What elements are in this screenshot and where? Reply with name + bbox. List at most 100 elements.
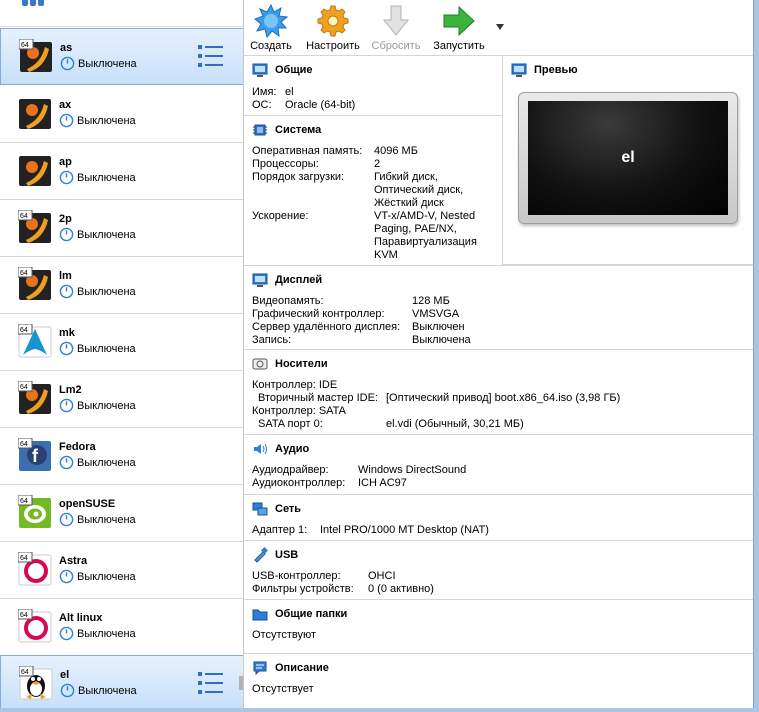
description-value: Отсутствует [252, 683, 314, 695]
start-arrow-right-icon [443, 5, 475, 37]
vm-item-mk[interactable]: 64 mk Выключена [0, 314, 243, 371]
vm-item-lm[interactable]: 64 lm Выключена [0, 257, 243, 314]
vm-name: 2p [59, 213, 72, 225]
power-off-icon [59, 227, 74, 242]
description-title: Описание [275, 662, 329, 674]
display-vram-label: Видеопамять: [252, 295, 324, 307]
svg-text:64: 64 [20, 327, 28, 334]
general-os-value: Oracle (64-bit) [285, 99, 356, 111]
display-rdp-value: Выключен [412, 321, 465, 333]
preview-title: Превью [534, 64, 578, 76]
vm-item-el[interactable]: 64 el Выключена [0, 655, 243, 708]
archlinux-os-icon: 64 [18, 324, 52, 358]
vm-item-fedora[interactable]: f 64 Fedora Выключена [0, 428, 243, 485]
preview-screen-label: el [528, 101, 728, 215]
vm-item-partial[interactable] [0, 0, 243, 27]
vm-status-label: Выключена [78, 684, 137, 697]
vm-name: mk [59, 327, 75, 339]
shared-folders-section[interactable]: Общие папки Отсутствуют [244, 600, 753, 654]
monitor-icon [511, 63, 527, 77]
usb-icon [254, 547, 268, 563]
network-adapter-label: Адаптер 1: [252, 524, 308, 536]
vm-item-2p[interactable]: 64 2p Выключена [0, 200, 243, 257]
general-section[interactable]: Общие Имя: el ОС: Oracle (64-bit) [244, 56, 502, 116]
scrollbar-thumb[interactable] [239, 676, 243, 690]
vm-status: Выключена [59, 398, 136, 413]
window-frame-right [753, 0, 759, 712]
arch-os-icon: 64 [18, 210, 51, 243]
shared-folders-title: Общие папки [275, 608, 348, 620]
vm-status: Выключена [59, 227, 136, 242]
vm-item-as[interactable]: 64 as Выключена [0, 28, 243, 85]
power-off-icon [59, 113, 74, 128]
general-name-label: Имя: [252, 86, 277, 98]
vm-status: Выключена [59, 569, 136, 584]
vm-name: lm [59, 270, 72, 282]
speaker-icon [254, 443, 267, 455]
vm-name: Astra [59, 555, 88, 567]
reset-button[interactable]: Сбросить [366, 4, 426, 52]
power-off-icon [59, 341, 74, 356]
system-section[interactable]: Система Оперативная память: 4096 МБ Проц… [244, 116, 502, 265]
storage-ide-value[interactable]: [Оптический привод] boot.x86_64.iso (3,9… [386, 392, 620, 404]
vm-details-menu-icon[interactable] [197, 43, 225, 69]
vm-list[interactable]: 64 as Выключена ax Выключена ap Выключен… [0, 0, 244, 708]
start-dropdown-chevron-icon[interactable] [496, 24, 504, 30]
usb-section[interactable]: USB USB-контроллер: OHCI Фильтры устройс… [244, 541, 753, 600]
display-section[interactable]: Дисплей Видеопамять: 128 МБ Графический … [244, 265, 753, 350]
system-boot-2: Оптический диск, [374, 184, 464, 196]
vm-status: Выключена [60, 683, 137, 698]
usb-filters-value: 0 (0 активно) [368, 583, 434, 595]
audio-driver-value: Windows DirectSound [358, 464, 467, 476]
network-adapter-value: Intel PRO/1000 MT Desktop (NAT) [320, 524, 489, 536]
vm-status-label: Выключена [77, 228, 136, 241]
create-button[interactable]: Создать [241, 4, 301, 52]
vm-status-label: Выключена [78, 57, 137, 70]
vm-details-menu-icon[interactable] [197, 670, 225, 696]
display-rdp-label: Сервер удалённого дисплея: [252, 321, 401, 333]
vm-status: Выключена [59, 455, 136, 470]
power-off-icon [59, 455, 74, 470]
description-section[interactable]: Описание Отсутствует [244, 654, 753, 708]
vm-name: ap [59, 156, 72, 168]
vm-status: Выключена [59, 170, 136, 185]
system-cpu-label: Процессоры: [252, 158, 319, 170]
audio-section[interactable]: Аудио Аудиодрайвер: Windows DirectSound … [244, 435, 753, 495]
vm-item-ap[interactable]: ap Выключена [0, 143, 243, 200]
svg-text:64: 64 [20, 441, 28, 448]
audio-ctrl-value: ICH AC97 [358, 477, 407, 489]
display-gfx-label: Графический контроллер: [252, 308, 385, 320]
vm-status: Выключена [59, 341, 136, 356]
settings-button[interactable]: Настроить [303, 4, 363, 52]
power-off-icon [59, 569, 74, 584]
svg-text:64: 64 [20, 612, 28, 619]
arch-os-icon: 64 [18, 381, 51, 414]
storage-sata-label: SATA порт 0: [258, 418, 323, 430]
storage-section[interactable]: Носители Контроллер: IDE Вторичный масте… [244, 350, 753, 435]
description-speech-bubble-icon [253, 661, 267, 676]
network-section[interactable]: Сеть Адаптер 1: Intel PRO/1000 MT Deskto… [244, 495, 753, 541]
vm-name: el [60, 669, 70, 681]
vm-status-label: Выключена [77, 171, 136, 184]
audio-title: Аудио [275, 443, 310, 455]
system-cpu-value: 2 [374, 158, 381, 170]
vm-status-label: Выключена [77, 114, 136, 127]
display-vram-value: 128 МБ [412, 295, 450, 307]
reset-arrow-down-icon [382, 5, 410, 36]
vm-item-astra[interactable]: 64 Astra Выключена [0, 542, 243, 599]
general-name-value: el [285, 86, 294, 98]
vm-name: openSUSE [59, 498, 116, 510]
vm-item-opensuse[interactable]: 64 openSUSE Выключена [0, 485, 243, 542]
vm-item-ax[interactable]: ax Выключена [0, 86, 243, 143]
system-ram-value: 4096 МБ [374, 145, 418, 157]
shared-folders-value: Отсутствуют [252, 629, 317, 641]
system-accel-2: Paging, PAE/NX, [374, 223, 457, 235]
usb-title: USB [275, 549, 299, 561]
vm-status-label: Выключена [77, 570, 136, 583]
vm-item-lm2[interactable]: 64 Lm2 Выключена [0, 371, 243, 428]
power-off-icon [59, 626, 74, 641]
svg-text:64: 64 [20, 555, 28, 562]
start-button[interactable]: Запустить [429, 4, 489, 52]
vm-item-alt-linux[interactable]: 64 Alt linux Выключена [0, 599, 243, 656]
power-off-icon [59, 284, 74, 299]
